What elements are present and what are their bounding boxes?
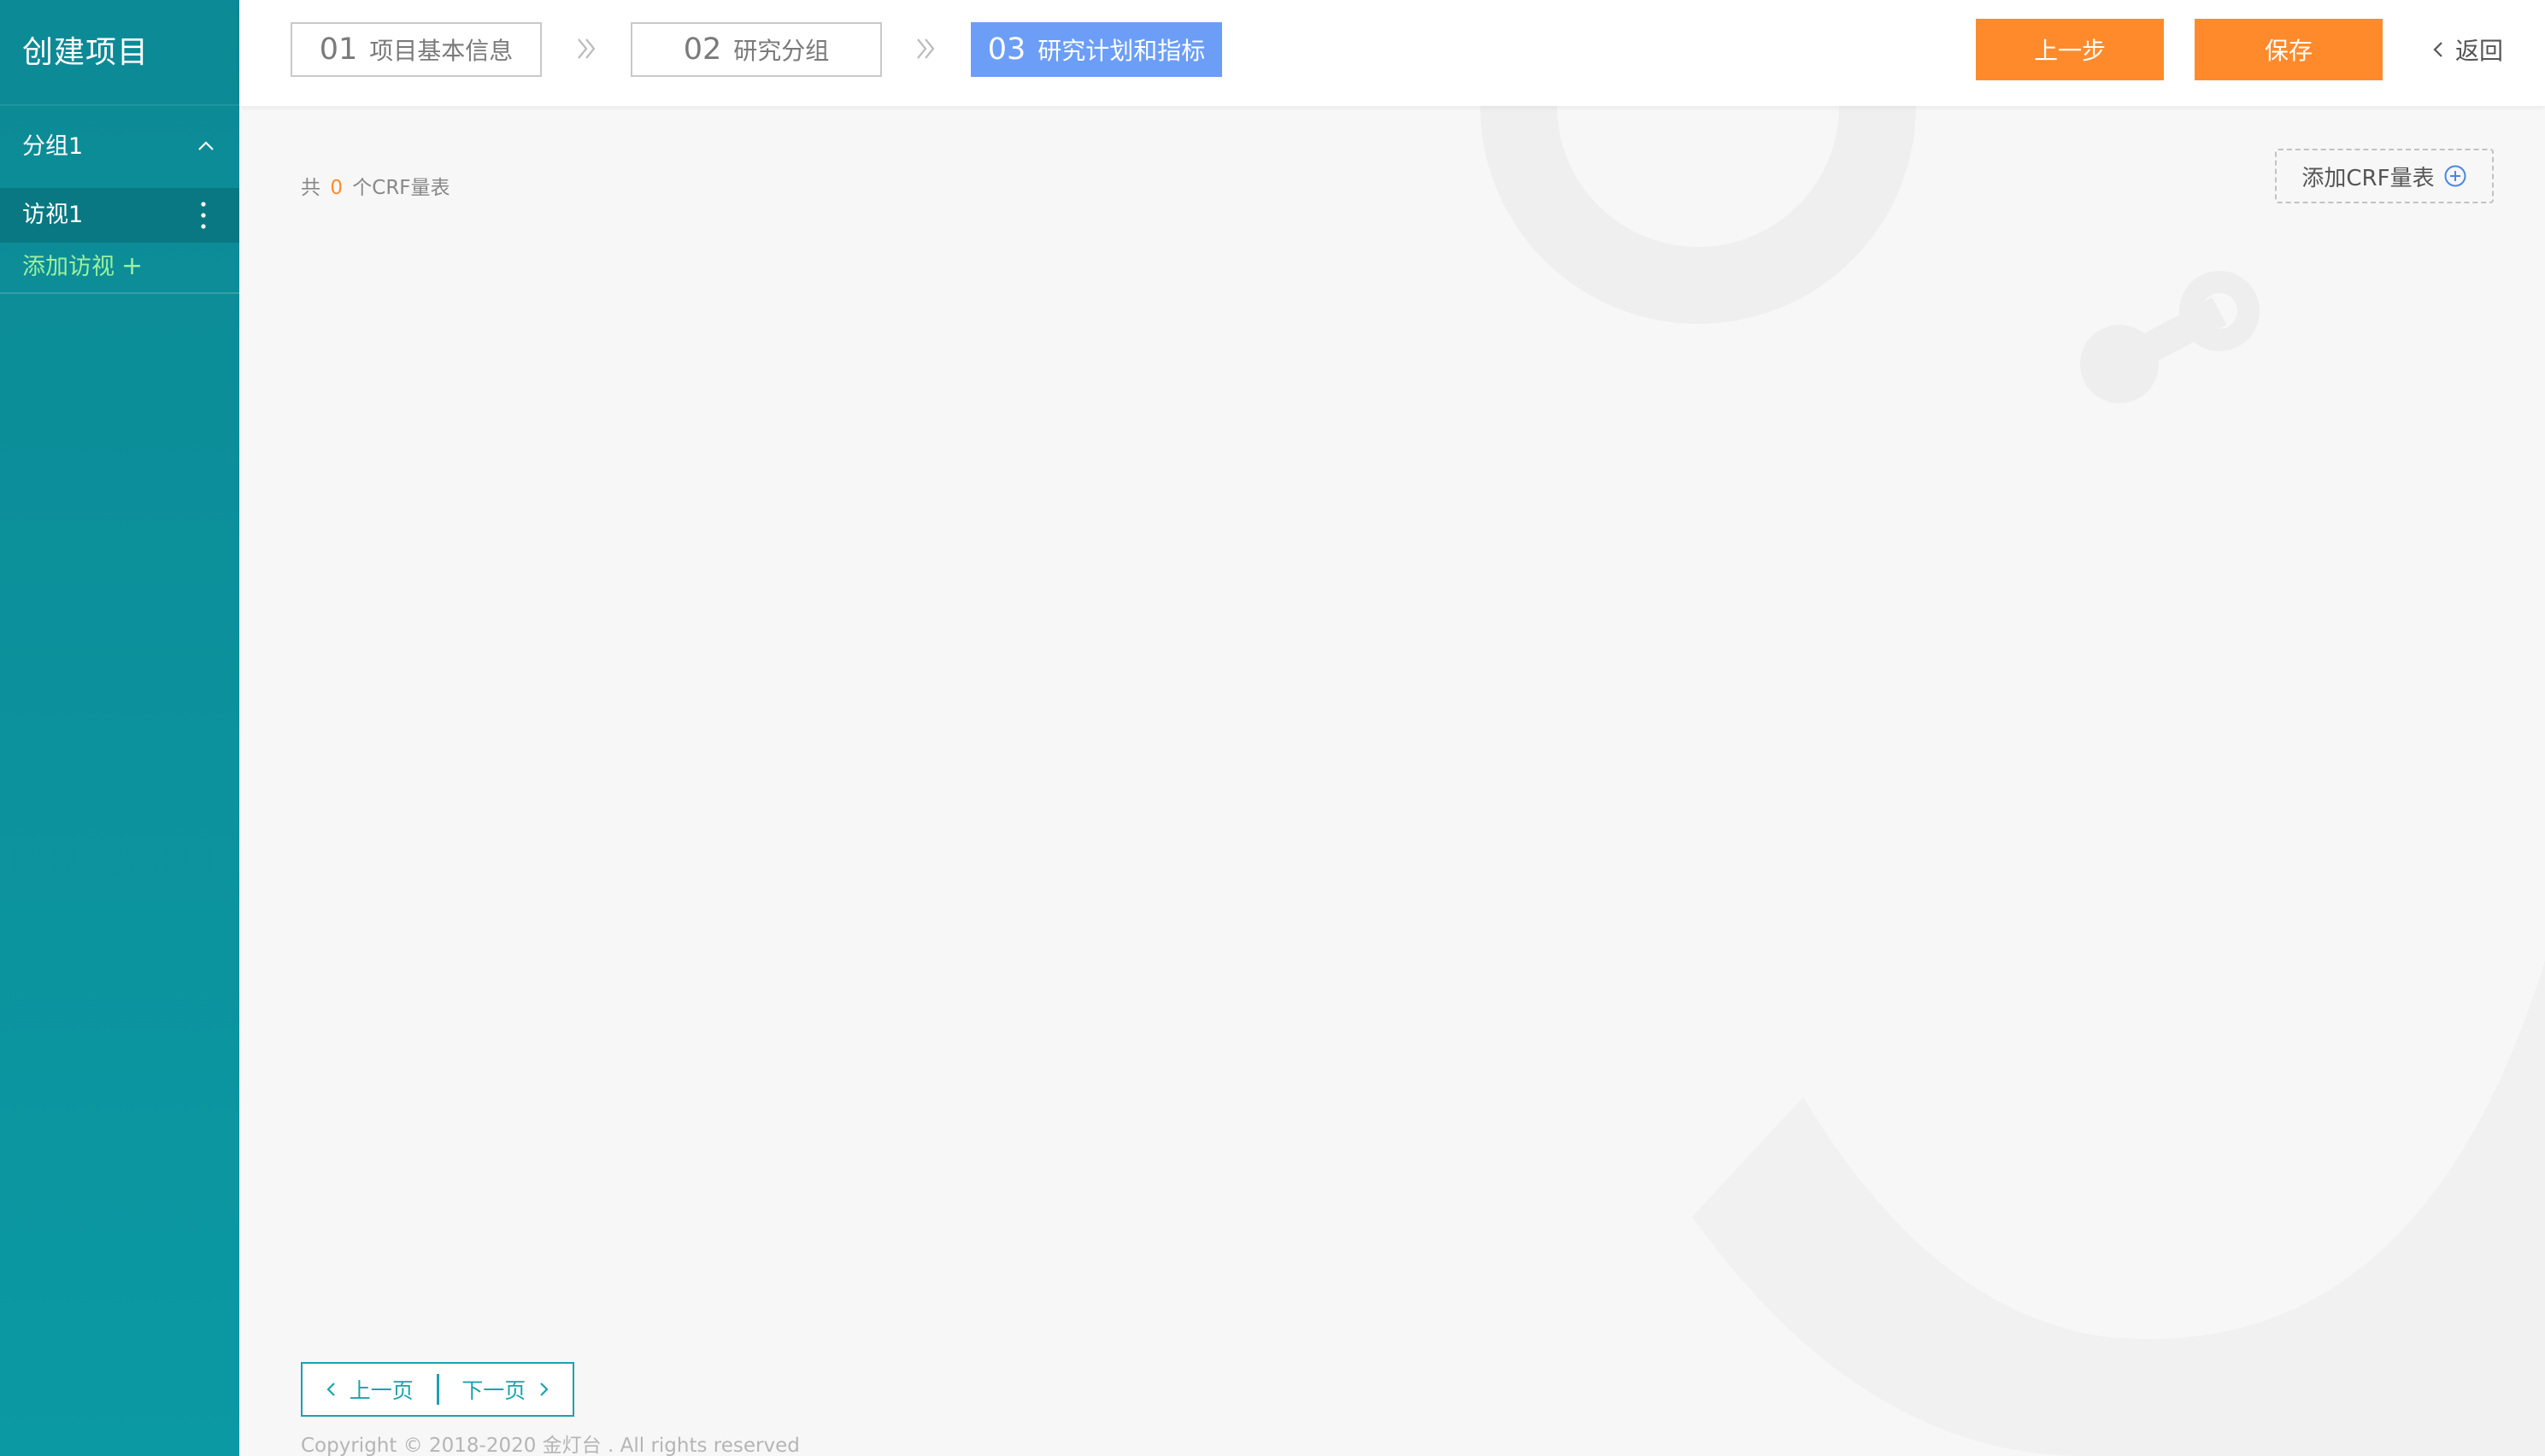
plus-icon: + — [121, 251, 144, 281]
step-2[interactable]: 02 研究分组 — [631, 22, 882, 77]
step-number: 02 — [683, 32, 722, 67]
add-crf-button[interactable]: 添加CRF量表 — [2275, 149, 2494, 203]
sidebar-item-visit-1[interactable]: 访视1 — [0, 188, 239, 243]
chevron-left-icon — [2433, 42, 2442, 57]
next-page-label: 下一页 — [461, 1378, 526, 1403]
pagination: 上一页 下一页 — [301, 1362, 574, 1417]
add-visit-label: 添加访视 — [22, 254, 115, 280]
count-prefix: 共 — [301, 177, 320, 199]
back-label: 返回 — [2455, 37, 2504, 65]
prev-page-button[interactable]: 上一页 — [303, 1364, 437, 1415]
step-1[interactable]: 01 项目基本信息 — [291, 22, 542, 77]
prev-step-button[interactable]: 上一步 — [1976, 19, 2164, 80]
copyright-text: Copyright © 2018-2020 金灯台 . All rights r… — [301, 1435, 800, 1456]
count-suffix: 个CRF量表 — [352, 177, 450, 199]
back-button[interactable]: 返回 — [2431, 31, 2503, 68]
sidebar: 创建项目 分组1 访视1 添加访视 + — [0, 0, 239, 1456]
top-header: 01 项目基本信息 02 研究分组 03 研究计划和指标 上一步 保存 返回 — [239, 0, 2545, 106]
prev-page-label: 上一页 — [349, 1378, 414, 1403]
main-content: 共 0 个CRF量表 添加CRF量表 上一页 下一页 Copyright © 2… — [239, 106, 2545, 1456]
background-decoration — [1480, 106, 2545, 1456]
double-chevron-right-icon — [917, 38, 935, 59]
plus-circle-icon — [2444, 165, 2466, 187]
chevron-left-icon — [326, 1383, 335, 1396]
step-label: 研究分组 — [733, 37, 830, 65]
sidebar-group-1[interactable]: 分组1 — [0, 108, 239, 186]
save-button[interactable]: 保存 — [2195, 19, 2383, 80]
add-crf-label: 添加CRF量表 — [2301, 165, 2435, 191]
step-number: 01 — [319, 32, 358, 67]
sidebar-visit-label: 访视1 — [22, 202, 84, 228]
sidebar-group-label: 分组1 — [22, 133, 84, 160]
chevron-right-icon — [540, 1383, 549, 1396]
crf-count-value: 0 — [330, 177, 343, 199]
chevron-up-icon[interactable] — [197, 137, 215, 156]
step-3[interactable]: 03 研究计划和指标 — [971, 22, 1222, 77]
sidebar-title: 创建项目 — [0, 0, 239, 106]
step-number: 03 — [987, 32, 1026, 67]
add-visit-button[interactable]: 添加访视 + — [0, 243, 239, 294]
step-label: 研究计划和指标 — [1037, 37, 1206, 65]
next-page-button[interactable]: 下一页 — [439, 1364, 573, 1415]
more-vertical-icon[interactable] — [200, 200, 207, 231]
double-chevron-right-icon — [578, 38, 596, 59]
crf-count-text: 共 0 个CRF量表 — [301, 171, 450, 200]
step-label: 项目基本信息 — [369, 37, 514, 65]
